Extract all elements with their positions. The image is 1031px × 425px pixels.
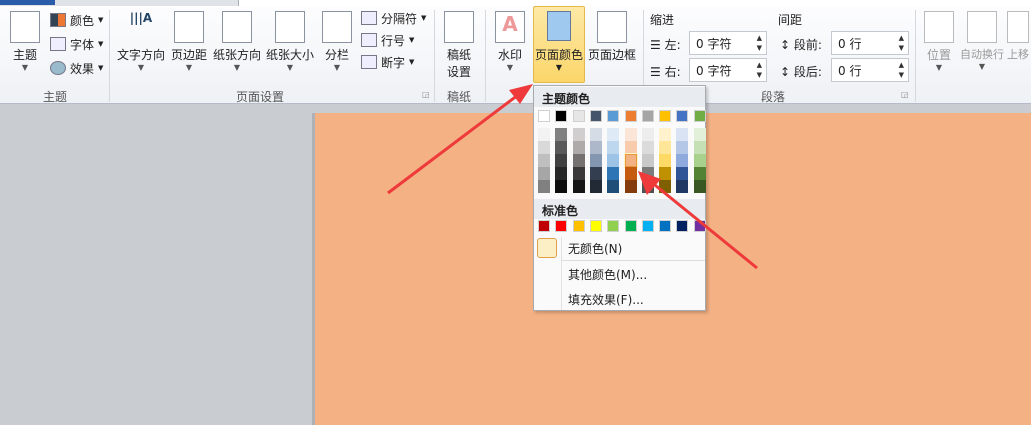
annotation-arrows [387, 84, 758, 270]
arrowhead-1 [509, 84, 533, 104]
arrow-to-page-color-button [387, 90, 523, 195]
arrowhead-2 [638, 171, 661, 195]
arrow-to-selected-color [649, 179, 758, 270]
